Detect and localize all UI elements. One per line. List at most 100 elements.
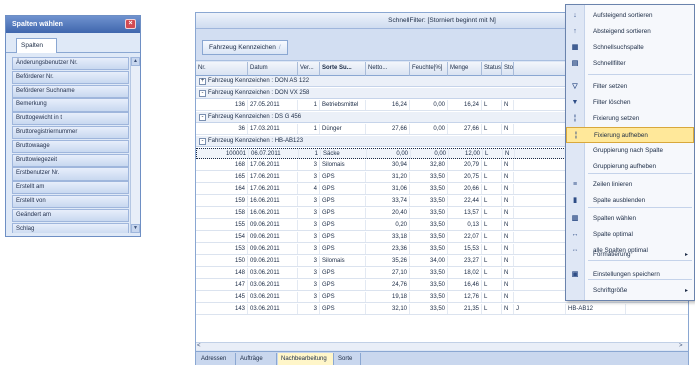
scroll-up-icon[interactable]: ▲	[131, 57, 140, 66]
menu-item-absteigend-sortieren[interactable]: ↑ Absteigend sortieren	[566, 24, 694, 40]
horizontal-scrollbar[interactable]: < >	[196, 342, 688, 350]
column-chooser-item[interactable]: Bemerkung	[12, 98, 129, 112]
table-cell: 24,76	[366, 280, 410, 290]
table-cell: 3	[298, 220, 320, 230]
table-cell: HB-AB12	[566, 304, 626, 314]
column-header[interactable]: Stor...	[502, 62, 514, 76]
column-chooser-item[interactable]: Geändert am	[12, 208, 129, 223]
column-header[interactable]: Nr.	[196, 62, 248, 76]
column-chooser-item[interactable]: Bruttowaage	[12, 139, 129, 154]
scroll-right-icon[interactable]: >	[679, 343, 687, 350]
group-column-chip-remove-icon[interactable]: /	[279, 44, 281, 51]
table-cell: GPS	[320, 184, 366, 194]
column-header[interactable]: Feuchte[%]	[410, 62, 448, 76]
close-icon[interactable]: ×	[125, 19, 136, 29]
group-column-chip[interactable]: Fahrzeug Kennzeichen /	[202, 40, 288, 55]
column-chooser-item[interactable]: Erstellt am	[12, 181, 129, 195]
table-cell: 03.06.2011	[248, 304, 298, 314]
menu-item-filter-setzen[interactable]: ▽ Filter setzen	[566, 79, 694, 95]
table-cell: L	[482, 184, 502, 194]
table-cell: N	[502, 232, 514, 242]
collapse-icon[interactable]: -	[199, 138, 206, 145]
table-cell: 3	[298, 256, 320, 266]
menu-item-spalten-wählen[interactable]: ▥ Spalten wählen	[566, 211, 694, 227]
menu-item-einstellungen-speichern[interactable]: ▣ Einstellungen speichern	[566, 267, 694, 283]
quick-search-icon: ▦	[571, 44, 579, 51]
table-cell: 136	[196, 100, 248, 110]
menu-item-formatierung[interactable]: Formatierung ▸	[566, 247, 694, 263]
table-cell: 20,79	[448, 160, 482, 170]
menu-item-gruppierung-aufheben[interactable]: Gruppierung aufheben	[566, 159, 694, 175]
menu-item-schriftgröße[interactable]: Schriftgröße ▸	[566, 283, 694, 299]
column-chooser-item[interactable]: Schlag	[12, 222, 129, 233]
column-header[interactable]: Netto...	[366, 62, 410, 76]
submenu-arrow-icon: ▸	[684, 288, 688, 294]
column-chooser-scrollbar[interactable]: ▲ ▼	[130, 57, 140, 233]
column-chooser-item[interactable]: Bruttoregistriernummer	[12, 125, 129, 140]
column-chooser-item[interactable]: Erstellt von	[12, 194, 129, 209]
menu-item-spalte-ausblenden[interactable]: ▮ Spalte ausblenden	[566, 193, 694, 209]
scroll-down-icon[interactable]: ▼	[131, 224, 140, 233]
column-header[interactable]: Ver...	[298, 62, 320, 76]
table-cell: 33,50	[410, 244, 448, 254]
table-cell: N	[502, 196, 514, 206]
menu-item-fixierung-setzen[interactable]: ¦ Fixierung setzen	[566, 111, 694, 127]
collapse-icon[interactable]: -	[199, 114, 206, 121]
tab-sorte[interactable]: Sorte	[335, 353, 361, 365]
save-settings-icon: ▣	[571, 271, 579, 278]
column-chooser-item[interactable]: Bruttogewicht in t	[12, 112, 129, 126]
column-chooser-item[interactable]: Beförderer Suchname	[12, 84, 129, 98]
menu-item-spalte-optimal[interactable]: ↔ Spalte optimal	[566, 227, 694, 243]
table-cell: 0,20	[366, 220, 410, 230]
table-cell: 33,50	[410, 232, 448, 242]
menu-item-fixierung-aufheben[interactable]: ¦ Fixierung aufheben	[566, 127, 694, 143]
tab-nachbearbeitung[interactable]: Nachbearbeitung	[278, 353, 334, 365]
menu-item-label: Aufsteigend sortieren	[593, 12, 653, 19]
table-cell: GPS	[320, 268, 366, 278]
table-cell: 3	[298, 244, 320, 254]
table-cell: L	[482, 196, 502, 206]
table-cell: 148	[196, 268, 248, 278]
table-cell: 27,66	[366, 124, 410, 134]
column-header[interactable]: Datum	[248, 62, 298, 76]
column-header[interactable]: Sorte Su...	[320, 62, 366, 76]
menu-item-label: Fixierung aufheben	[594, 132, 648, 139]
table-cell: Säcke	[321, 149, 367, 159]
column-header[interactable]: Menge	[448, 62, 482, 76]
table-cell: 3	[298, 280, 320, 290]
column-header[interactable]: Status	[482, 62, 502, 76]
scroll-left-icon[interactable]: <	[197, 343, 205, 350]
table-cell: GPS	[320, 196, 366, 206]
collapse-icon[interactable]: -	[199, 90, 206, 97]
table-cell: GPS	[320, 280, 366, 290]
menu-item-aufsteigend-sortieren[interactable]: ↓ Aufsteigend sortieren	[566, 8, 694, 24]
table-cell: N	[502, 220, 514, 230]
table-cell: L	[482, 268, 502, 278]
table-cell: 100001	[197, 149, 249, 159]
table-cell: 13,57	[448, 208, 482, 218]
menu-item-zeilen-linieren[interactable]: ≡ Zeilen linieren	[566, 177, 694, 193]
table-cell: 33,18	[366, 232, 410, 242]
menu-item-gruppierung-nach-spalte[interactable]: Gruppierung nach Spalte	[566, 143, 694, 159]
menu-item-filter-löschen[interactable]: ▼ Filter löschen	[566, 95, 694, 111]
table-cell: 22,44	[448, 196, 482, 206]
table-cell: L	[482, 208, 502, 218]
tab-adressen[interactable]: Adressen	[198, 353, 236, 365]
table-cell: 27.05.2011	[248, 100, 298, 110]
menu-item-schnellsuchspalte[interactable]: ▦ Schnellsuchspalte	[566, 40, 694, 56]
column-chooser-item[interactable]: Bruttowiegezeit	[12, 153, 129, 167]
table-cell: 17.06.2011	[248, 172, 298, 182]
menu-item-schnellfilter[interactable]: ▤ Schnellfilter	[566, 56, 694, 72]
table-cell: 09.06.2011	[248, 232, 298, 242]
table-row[interactable]: 143 03.06.2011 3 GPS 32,10 33,50 21,35 L N J HB-AB…	[196, 304, 688, 315]
menu-item-label: Fixierung setzen	[593, 115, 640, 122]
tab-aufträge[interactable]: Aufträge	[237, 353, 277, 365]
tab-spalten[interactable]: Spalten	[16, 38, 57, 53]
table-cell: 23,36	[366, 244, 410, 254]
column-chooser-item[interactable]: Erstbenutzer Nr.	[12, 167, 129, 181]
column-chooser-item[interactable]: Änderungsbenutzer Nr.	[12, 57, 129, 71]
table-cell: 0,00	[411, 149, 449, 159]
expand-icon[interactable]: +	[199, 78, 206, 85]
column-chooser-item[interactable]: Beförderer Nr.	[12, 70, 129, 85]
table-cell: 16.06.2011	[248, 208, 298, 218]
